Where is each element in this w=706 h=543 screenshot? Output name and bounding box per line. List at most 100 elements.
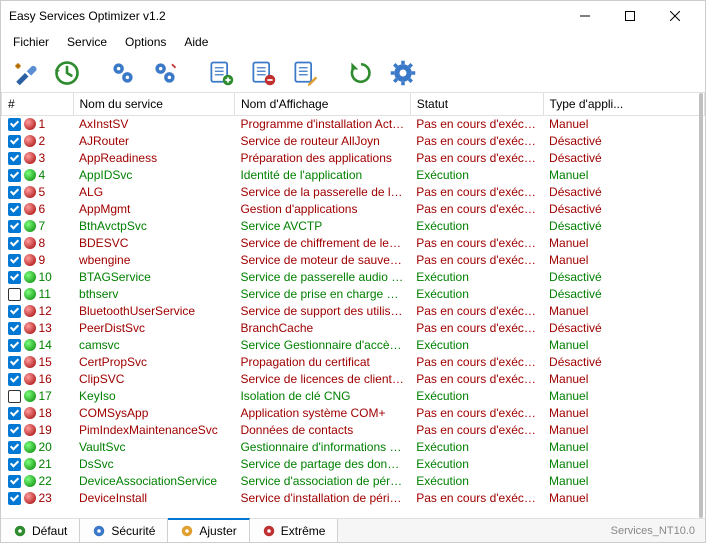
table-row[interactable]: 23DeviceInstallService d'installation de…	[2, 490, 705, 507]
status-dot-icon	[24, 390, 36, 402]
tab-security[interactable]: Sécurité	[80, 519, 168, 542]
row-checkbox[interactable]	[8, 271, 21, 284]
toolbar-history-button[interactable]	[49, 55, 85, 91]
cell-type: Manuel	[543, 116, 704, 133]
minimize-button[interactable]	[562, 2, 607, 30]
title-bar: Easy Services Optimizer v1.2	[1, 1, 705, 31]
row-checkbox[interactable]	[8, 441, 21, 454]
cell-status: Exécution	[410, 473, 543, 490]
table-row[interactable]: 4AppIDSvcIdentité de l'applicationExécut…	[2, 167, 705, 184]
cell-display-name: Service de moteur de sauvegar...	[234, 252, 410, 269]
cell-display-name: Service de la passerelle de la c...	[234, 184, 410, 201]
menu-file[interactable]: Fichier	[5, 33, 57, 51]
row-checkbox[interactable]	[8, 390, 21, 403]
tab-adjust[interactable]: Ajuster	[168, 518, 249, 542]
status-dot-icon	[24, 373, 36, 385]
col-status[interactable]: Statut	[410, 93, 543, 116]
table-row[interactable]: 13PeerDistSvcBranchCachePas en cours d'e…	[2, 320, 705, 337]
toolbar-list-remove-button[interactable]	[245, 55, 281, 91]
row-checkbox[interactable]	[8, 220, 21, 233]
table-row[interactable]: 7BthAvctpSvcService AVCTPExécutionDésact…	[2, 218, 705, 235]
table-row[interactable]: 8BDESVCService de chiffrement de lecte..…	[2, 235, 705, 252]
table-row[interactable]: 19PimIndexMaintenanceSvcDonnées de conta…	[2, 422, 705, 439]
row-checkbox[interactable]	[8, 288, 21, 301]
cell-service-name: PeerDistSvc	[73, 320, 234, 337]
row-checkbox[interactable]	[8, 305, 21, 318]
toolbar-settings-button[interactable]	[385, 55, 421, 91]
table-row[interactable]: 1AxInstSVProgramme d'installation Active…	[2, 116, 705, 133]
cell-display-name: Isolation de clé CNG	[234, 388, 410, 405]
table-row[interactable]: 12BluetoothUserServiceService de support…	[2, 303, 705, 320]
services-list[interactable]: # Nom du service Nom d'Affichage Statut …	[1, 93, 705, 518]
row-checkbox[interactable]	[8, 356, 21, 369]
row-checkbox[interactable]	[8, 339, 21, 352]
cell-service-name: bthserv	[73, 286, 234, 303]
cell-status: Pas en cours d'exécution	[410, 303, 543, 320]
col-display-name[interactable]: Nom d'Affichage	[234, 93, 410, 116]
table-row[interactable]: 22DeviceAssociationServiceService d'asso…	[2, 473, 705, 490]
table-row[interactable]: 18COMSysAppApplication système COM+Pas e…	[2, 405, 705, 422]
scrollbar[interactable]	[699, 93, 703, 518]
cell-status: Exécution	[410, 269, 543, 286]
row-checkbox[interactable]	[8, 424, 21, 437]
table-row[interactable]: 6AppMgmtGestion d'applicationsPas en cou…	[2, 201, 705, 218]
maximize-button[interactable]	[607, 2, 652, 30]
menu-options[interactable]: Options	[117, 33, 174, 51]
menu-service[interactable]: Service	[59, 33, 115, 51]
row-checkbox[interactable]	[8, 169, 21, 182]
cell-type: Manuel	[543, 303, 704, 320]
row-checkbox[interactable]	[8, 407, 21, 420]
row-checkbox[interactable]	[8, 135, 21, 148]
table-row[interactable]: 10BTAGServiceService de passerelle audio…	[2, 269, 705, 286]
row-checkbox[interactable]	[8, 322, 21, 335]
table-row[interactable]: 14camsvcService Gestionnaire d'accès au.…	[2, 337, 705, 354]
toolbar-gears-2-button[interactable]	[147, 55, 183, 91]
row-checkbox[interactable]	[8, 186, 21, 199]
toolbar-list-edit-button[interactable]	[287, 55, 323, 91]
table-row[interactable]: 5ALGService de la passerelle de la c...P…	[2, 184, 705, 201]
toolbar-list-add-button[interactable]	[203, 55, 239, 91]
cell-status: Pas en cours d'exécution	[410, 490, 543, 507]
row-checkbox[interactable]	[8, 152, 21, 165]
table-row[interactable]: 3AppReadinessPréparation des application…	[2, 150, 705, 167]
cell-type: Désactivé	[543, 218, 704, 235]
status-dot-icon	[24, 339, 36, 351]
tab-default[interactable]: Défaut	[1, 519, 80, 542]
tab-extreme[interactable]: Extrême	[250, 519, 339, 542]
table-row[interactable]: 11bthservService de prise en charge Blue…	[2, 286, 705, 303]
window-title: Easy Services Optimizer v1.2	[9, 9, 562, 23]
table-row[interactable]: 9wbengineService de moteur de sauvegar..…	[2, 252, 705, 269]
status-dot-icon	[24, 458, 36, 470]
row-index: 19	[39, 423, 52, 437]
toolbar-tools-button[interactable]	[7, 55, 43, 91]
row-checkbox[interactable]	[8, 373, 21, 386]
row-index: 1	[39, 117, 46, 131]
row-checkbox[interactable]	[8, 203, 21, 216]
row-checkbox[interactable]	[8, 458, 21, 471]
col-service-name[interactable]: Nom du service	[73, 93, 234, 116]
table-row[interactable]: 15CertPropSvcPropagation du certificatPa…	[2, 354, 705, 371]
table-row[interactable]: 20VaultSvcGestionnaire d'informations d'…	[2, 439, 705, 456]
table-row[interactable]: 17KeyIsoIsolation de clé CNGExécutionMan…	[2, 388, 705, 405]
cell-display-name: Service AVCTP	[234, 218, 410, 235]
row-checkbox[interactable]	[8, 492, 21, 505]
toolbar-gears-1-button[interactable]	[105, 55, 141, 91]
row-checkbox[interactable]	[8, 237, 21, 250]
menu-help[interactable]: Aide	[176, 33, 216, 51]
table-row[interactable]: 2AJRouterService de routeur AllJoynPas e…	[2, 133, 705, 150]
gear-orange-icon	[180, 524, 194, 538]
close-button[interactable]	[652, 2, 697, 30]
table-row[interactable]: 21DsSvcService de partage des donnéesExé…	[2, 456, 705, 473]
row-checkbox[interactable]	[8, 475, 21, 488]
row-index: 15	[39, 355, 52, 369]
row-checkbox[interactable]	[8, 118, 21, 131]
toolbar-refresh-button[interactable]	[343, 55, 379, 91]
cell-status: Pas en cours d'exécution	[410, 422, 543, 439]
cell-status: Pas en cours d'exécution	[410, 201, 543, 218]
col-type[interactable]: Type d'appli...	[543, 93, 704, 116]
table-row[interactable]: 16ClipSVCService de licences de client (…	[2, 371, 705, 388]
cell-type: Manuel	[543, 252, 704, 269]
row-checkbox[interactable]	[8, 254, 21, 267]
col-index[interactable]: #	[2, 93, 74, 116]
status-dot-icon	[24, 203, 36, 215]
